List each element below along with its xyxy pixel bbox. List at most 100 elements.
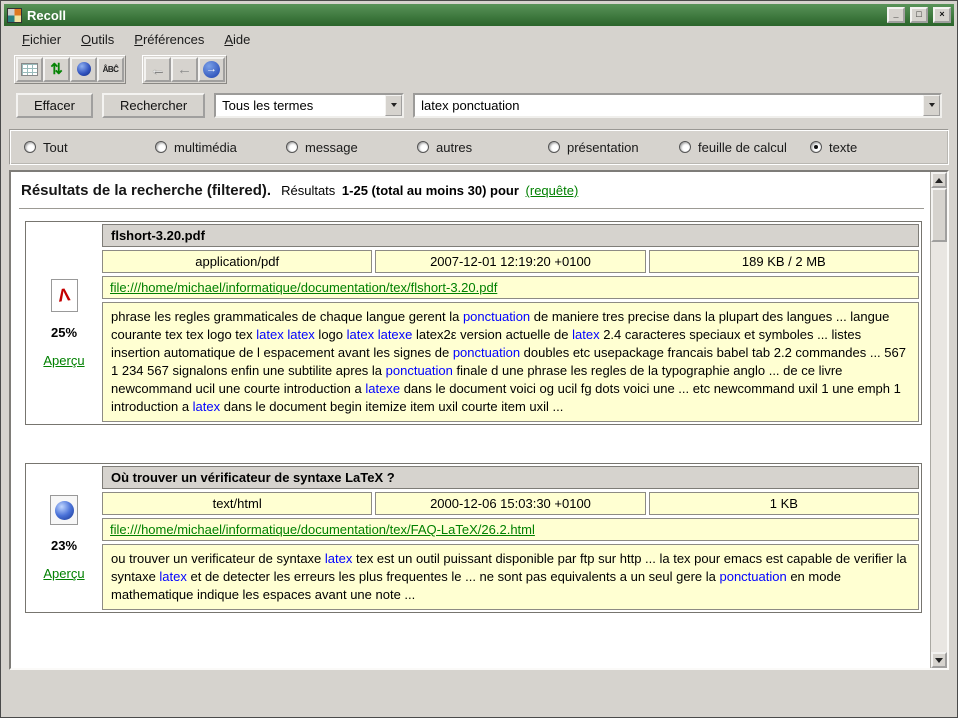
result-url-link[interactable]: file:///home/michael/informatique/docume… (110, 522, 535, 537)
result-url-row: file:///home/michael/informatique/docume… (102, 276, 919, 299)
filter-row: Tout multimédia message autres présentation f… (4, 124, 954, 170)
result-date: 2007-12-01 12:19:20 +0100 (375, 250, 645, 273)
scroll-up-button[interactable] (931, 172, 947, 188)
radio-icon (417, 141, 429, 153)
filter-message[interactable]: message (286, 140, 417, 155)
clear-search-button[interactable] (16, 57, 43, 82)
result-abstract: phrase les regles grammaticales de chaqu… (102, 302, 919, 422)
window-title: Recoll (27, 8, 882, 23)
results-summary: Résultats 1-25 (total au moins 30) pour … (281, 183, 578, 198)
result-main: flshort-3.20.pdf application/pdf 2007-12… (102, 224, 919, 422)
query-history-button[interactable] (923, 95, 940, 116)
result-abstract: ou trouver un verificateur de syntaxe la… (102, 544, 919, 610)
triangle-down-icon (935, 658, 943, 667)
toolbar-group-main: ⇅ ÂBĈ (14, 55, 126, 84)
triangle-up-icon (935, 174, 943, 183)
filter-texte[interactable]: texte (810, 140, 857, 155)
toolbar: ⇅ ÂBĈ ← ← → (4, 52, 954, 86)
menu-item-preferences[interactable]: Préférences (124, 29, 214, 50)
filter-panel: Tout multimédia message autres présentation f… (9, 129, 949, 165)
term-explorer-button[interactable]: ÂBĈ (97, 57, 124, 82)
result-mime: text/html (102, 492, 372, 515)
chevron-down-icon (391, 103, 397, 110)
globe-icon (55, 501, 74, 520)
scroll-down-button[interactable] (931, 652, 947, 668)
menu-item-outils[interactable]: Outils (71, 29, 124, 50)
result-url-row: file:///home/michael/informatique/docume… (102, 518, 919, 541)
result-mime: application/pdf (102, 250, 372, 273)
radio-icon (155, 141, 167, 153)
query-combo (413, 93, 942, 118)
relevance-percent: 25% (51, 325, 77, 340)
results-header: Résultats de la recherche (filtered). Ré… (19, 176, 924, 209)
filter-presentation[interactable]: présentation (548, 140, 679, 155)
results-range: 1-25 (total au moins 30) pour (342, 183, 519, 198)
acrobat-glyph-icon: Λ (57, 284, 72, 306)
filter-label: multimédia (174, 140, 237, 155)
update-index-button[interactable]: ⇅ (43, 57, 70, 82)
combo-dropdown-button[interactable] (385, 95, 402, 116)
chevron-down-icon (929, 103, 935, 110)
file-icon (50, 495, 78, 525)
right-arrow-icon: → (203, 61, 220, 78)
scrollbar-thumb[interactable] (931, 188, 947, 242)
prev-page-button[interactable]: ← (171, 57, 198, 82)
result-size: 189 KB / 2 MB (649, 250, 919, 273)
filter-feuille-de-calcul[interactable]: feuille de calcul (679, 140, 810, 155)
filter-label: texte (829, 140, 857, 155)
filter-label: Tout (43, 140, 68, 155)
html-file-icon (50, 495, 78, 525)
relevance-percent: 23% (51, 538, 77, 553)
result-title: flshort-3.20.pdf (102, 224, 919, 247)
search-row: Effacer Rechercher Tous les termes (4, 86, 954, 124)
close-button[interactable]: × (933, 7, 951, 23)
results-summary-prefix: Résultats (281, 183, 335, 198)
next-page-button[interactable]: → (198, 57, 225, 82)
clear-button[interactable]: Effacer (16, 93, 93, 118)
radio-icon (679, 141, 691, 153)
left-arrow-icon: ← (177, 62, 192, 77)
result-title: Où trouver un vérificateur de syntaxe La… (102, 466, 919, 489)
result-url-link[interactable]: file:///home/michael/informatique/docume… (110, 280, 497, 295)
search-button[interactable]: Rechercher (102, 93, 205, 118)
result-item: 23% Aperçu Où trouver un vérificateur de… (25, 463, 922, 613)
search-input[interactable] (415, 95, 923, 116)
preview-link[interactable]: Aperçu (43, 566, 84, 581)
result-size: 1 KB (649, 492, 919, 515)
first-page-button[interactable]: ← (144, 57, 171, 82)
preview-link[interactable]: Aperçu (43, 353, 84, 368)
results-title: Résultats de la recherche (filtered). (21, 182, 271, 199)
filter-tout[interactable]: Tout (24, 140, 155, 155)
filter-autres[interactable]: autres (417, 140, 548, 155)
filter-multimedia[interactable]: multimédia (155, 140, 286, 155)
result-main: Où trouver un vérificateur de syntaxe La… (102, 466, 919, 610)
result-side-panel: Λ 25% Aperçu (28, 224, 100, 422)
filter-label: autres (436, 140, 472, 155)
refresh-arrows-icon: ⇅ (50, 62, 63, 77)
query-link[interactable]: (requête) (526, 183, 579, 198)
file-icon: Λ (51, 279, 78, 312)
radio-icon (286, 141, 298, 153)
vertical-scrollbar (930, 172, 947, 668)
result-meta-row: application/pdf 2007-12-01 12:19:20 +010… (102, 250, 919, 273)
search-type-value: Tous les termes (216, 95, 385, 116)
left-arrow-light-icon: ← (150, 62, 165, 77)
scrollbar-track[interactable] (931, 242, 947, 652)
pdf-file-icon: Λ (51, 279, 78, 312)
history-button[interactable] (70, 57, 97, 82)
titlebar[interactable]: Recoll _ □ × (4, 4, 954, 26)
filter-label: message (305, 140, 358, 155)
menu-item-fichier[interactable]: Fichier (12, 29, 71, 50)
minimize-button[interactable]: _ (887, 7, 905, 23)
results-list: Résultats de la recherche (filtered). Ré… (11, 172, 930, 668)
result-meta-row: text/html 2000-12-06 15:03:30 +0100 1 KB (102, 492, 919, 515)
globe-icon (77, 62, 91, 76)
search-type-combo[interactable]: Tous les termes (214, 93, 404, 118)
result-item: Λ 25% Aperçu flshort-3.20.pdf applicatio… (25, 221, 922, 425)
result-date: 2000-12-06 15:03:30 +0100 (375, 492, 645, 515)
menubar: Fichier Outils Préférences Aide (4, 26, 954, 52)
maximize-button[interactable]: □ (910, 7, 928, 23)
menu-item-aide[interactable]: Aide (214, 29, 260, 50)
spellcheck-icon: ÂBĈ (103, 65, 119, 74)
filter-label: feuille de calcul (698, 140, 787, 155)
